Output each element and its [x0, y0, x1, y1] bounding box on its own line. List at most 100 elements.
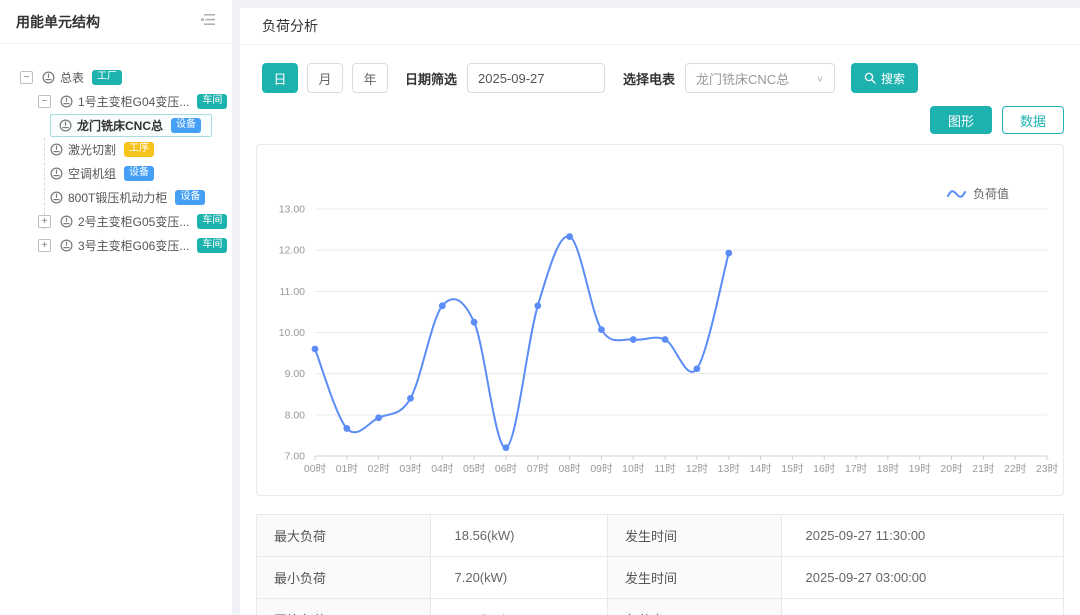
meter-icon: [50, 142, 63, 156]
svg-text:10时: 10时: [622, 463, 645, 475]
tree-node[interactable]: +3号主变柜G06变压... 车间: [0, 233, 232, 257]
svg-text:17时: 17时: [845, 463, 868, 475]
summary-label-cell: 发生时间: [607, 514, 782, 557]
tree-node[interactable]: − 1号主变柜G04变压... 车间: [0, 89, 232, 113]
period-button-年[interactable]: 年: [352, 63, 388, 93]
expand-node-icon[interactable]: +: [38, 238, 51, 252]
load-summary: 最大负荷 18.56(kW) 发生时间 2025-09-27 11:30:00 最小负荷…: [256, 514, 1065, 615]
summary-value-cell: 9.76(kW): [429, 598, 609, 615]
svg-text:8.00: 8.00: [285, 409, 306, 421]
legend-item-load[interactable]: 负荷值: [946, 185, 1009, 202]
energy-unit-tree: − 总表 工厂 −1号主变柜G04变压... 车间 龙门铣床CNC总 设备 激光切割 工序 空调机…: [0, 44, 232, 257]
tree-node[interactable]: − 总表 工厂: [0, 65, 232, 89]
filter-toolbar: 日月年 日期筛选 选择电表 龙门铣床CNC总 ∨ 搜索: [262, 63, 1058, 93]
summary-row: 平均负荷9.76(kW)负荷率52.56%: [256, 598, 1065, 615]
tree-node[interactable]: 800T锻压机动力柜 设备: [0, 185, 232, 209]
tree-node[interactable]: +2号主变柜G05变压... 车间: [0, 209, 232, 233]
svg-text:01时: 01时: [336, 463, 359, 475]
load-line-chart[interactable]: 7.00 8.00 9.00 10.00 11.00 12.00 13.00 00时 01时 02…: [257, 145, 1063, 495]
node-type-badge: 车间: [197, 237, 228, 253]
selected-tree-node[interactable]: 龙门铣床CNC总 设备: [50, 113, 212, 137]
tree-node-label: 总表: [60, 70, 85, 85]
svg-text:21时: 21时: [972, 463, 995, 475]
sidebar-header: 用能单元结构: [0, 0, 232, 44]
svg-text:9.00: 9.00: [285, 368, 306, 380]
tree-node-label: 1号主变柜G04变压...: [78, 94, 190, 109]
summary-value-cell: 2025-09-27 03:00:00: [780, 556, 1065, 599]
summary-row: 最小负荷 7.20(kW) 发生时间 2025-09-27 03:00:00: [256, 556, 1065, 599]
meter-icon: [50, 166, 63, 180]
svg-text:13.00: 13.00: [279, 204, 305, 216]
svg-text:06时: 06时: [495, 463, 518, 475]
tree-node[interactable]: 激光切割 工序: [0, 137, 232, 161]
svg-text:02时: 02时: [368, 463, 391, 475]
tree-node[interactable]: 空调机组 设备: [0, 161, 232, 185]
node-type-badge: 设备: [124, 165, 155, 181]
period-button-日[interactable]: 日: [262, 63, 298, 93]
chevron-down-icon: ∨: [815, 73, 825, 84]
meter-icon: [60, 94, 73, 108]
svg-text:03时: 03时: [399, 463, 422, 475]
svg-text:00时: 00时: [304, 463, 327, 475]
period-button-月[interactable]: 月: [307, 63, 343, 93]
svg-text:04时: 04时: [431, 463, 454, 475]
meter-icon: [59, 118, 72, 132]
svg-text:09时: 09时: [590, 463, 613, 475]
tree-node[interactable]: 龙门铣床CNC总 设备: [0, 113, 232, 137]
tree-node-label: 空调机组: [68, 166, 117, 181]
meter-select-label: 选择电表: [623, 71, 676, 87]
svg-text:23时: 23时: [1036, 463, 1059, 475]
svg-text:12.00: 12.00: [279, 245, 305, 257]
search-button[interactable]: 搜索: [851, 63, 919, 93]
svg-text:11时: 11时: [654, 463, 676, 475]
node-type-badge: 设备: [171, 117, 201, 133]
summary-value-cell: 7.20(kW): [429, 556, 609, 599]
summary-row: 最大负荷 18.56(kW) 发生时间 2025-09-27 11:30:00: [256, 514, 1065, 557]
meter-select-value: 龙门铣床CNC总: [696, 71, 790, 87]
node-type-badge: 车间: [197, 93, 228, 109]
legend-label: 负荷值: [972, 187, 1009, 201]
collapse-node-icon[interactable]: −: [38, 94, 51, 108]
svg-text:05时: 05时: [463, 463, 486, 475]
meter-icon: [60, 238, 73, 252]
svg-text:7.00: 7.00: [285, 451, 306, 463]
tree-node-label: 3号主变柜G06变压...: [78, 238, 190, 253]
view-button-图形[interactable]: 图形: [929, 106, 992, 134]
summary-label-cell: 最小负荷: [256, 556, 431, 599]
date-input[interactable]: [467, 63, 606, 93]
svg-text:11.00: 11.00: [280, 286, 306, 298]
tree-node-label: 800T锻压机动力柜: [68, 190, 168, 205]
svg-text:15时: 15时: [781, 463, 804, 475]
svg-text:08时: 08时: [559, 463, 582, 475]
collapse-node-icon[interactable]: −: [20, 70, 33, 84]
summary-label-cell: 最大负荷: [256, 514, 431, 557]
search-button-label: 搜索: [881, 71, 906, 86]
tree-node-label: 龙门铣床CNC总: [77, 118, 163, 133]
panel-header: 负荷分析: [240, 8, 1080, 45]
load-chart-card: 负荷值 7.00 8.00 9.00 10.00 11.00 12.00 13.00 00时 0…: [256, 144, 1064, 496]
load-summary-table: 最大负荷 18.56(kW) 发生时间 2025-09-27 11:30:00 最小负荷…: [256, 514, 1065, 615]
meter-icon: [42, 70, 55, 84]
summary-label-cell: 平均负荷: [256, 598, 431, 615]
view-button-数据[interactable]: 数据: [1001, 106, 1064, 134]
summary-label-cell: 发生时间: [607, 556, 782, 599]
meter-icon: [50, 190, 63, 204]
meter-select[interactable]: 龙门铣床CNC总 ∨: [685, 63, 836, 93]
summary-value-cell: 2025-09-27 11:30:00: [780, 514, 1065, 557]
svg-text:14时: 14时: [749, 463, 772, 475]
svg-text:19时: 19时: [909, 463, 932, 475]
meter-icon: [60, 214, 73, 228]
node-type-badge: 工序: [124, 141, 155, 157]
summary-label-cell: 负荷率: [607, 598, 782, 615]
page-title: 负荷分析: [262, 18, 318, 34]
svg-text:10.00: 10.00: [279, 327, 305, 339]
node-type-badge: 车间: [197, 213, 228, 229]
expand-node-icon[interactable]: +: [38, 214, 51, 228]
tree-collapse-icon[interactable]: [201, 13, 216, 31]
svg-text:18时: 18时: [877, 463, 900, 475]
svg-text:16时: 16时: [813, 463, 836, 475]
search-icon: [864, 72, 876, 84]
date-filter-label: 日期筛选: [405, 71, 458, 87]
svg-text:07时: 07时: [527, 463, 550, 475]
node-type-badge: 设备: [175, 189, 206, 205]
